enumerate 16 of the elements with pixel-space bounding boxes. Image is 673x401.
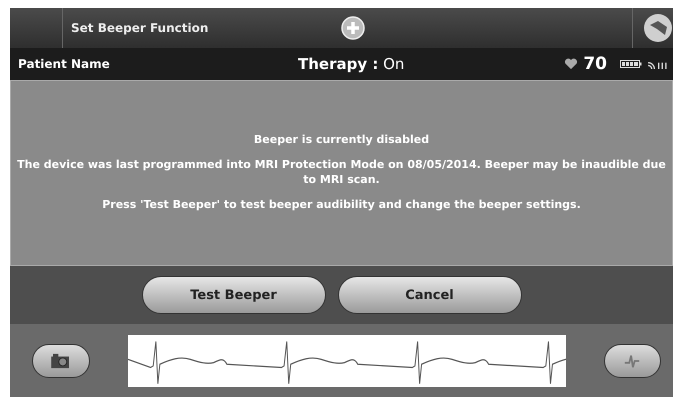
patient-name: Patient Name	[18, 57, 111, 71]
camera-button[interactable]	[32, 344, 90, 378]
message-text: Beeper is currently disabled	[254, 133, 430, 148]
message-text: The device was last programmed into MRI Protection Mode on 08/05/2014. Beeper may be inaudible due to MRI scan.	[17, 158, 666, 188]
message-text: Press 'Test Beeper' to test beeper audibility and change the beeper settings.	[102, 198, 581, 213]
therapy-status: Therapy : On	[298, 55, 406, 73]
screen-title: Set Beeper Function	[71, 21, 210, 35]
heart-rate: 70	[583, 54, 607, 74]
heart-icon	[564, 58, 578, 70]
plus-icon[interactable]	[341, 16, 365, 40]
signal-icon	[647, 60, 669, 68]
dialog-button[interactable]: Test Beeper	[142, 276, 326, 314]
camera-icon	[50, 352, 72, 368]
dialog-button[interactable]: Cancel	[338, 276, 522, 314]
waveform-button[interactable]	[604, 344, 661, 378]
battery-icon	[620, 60, 642, 68]
